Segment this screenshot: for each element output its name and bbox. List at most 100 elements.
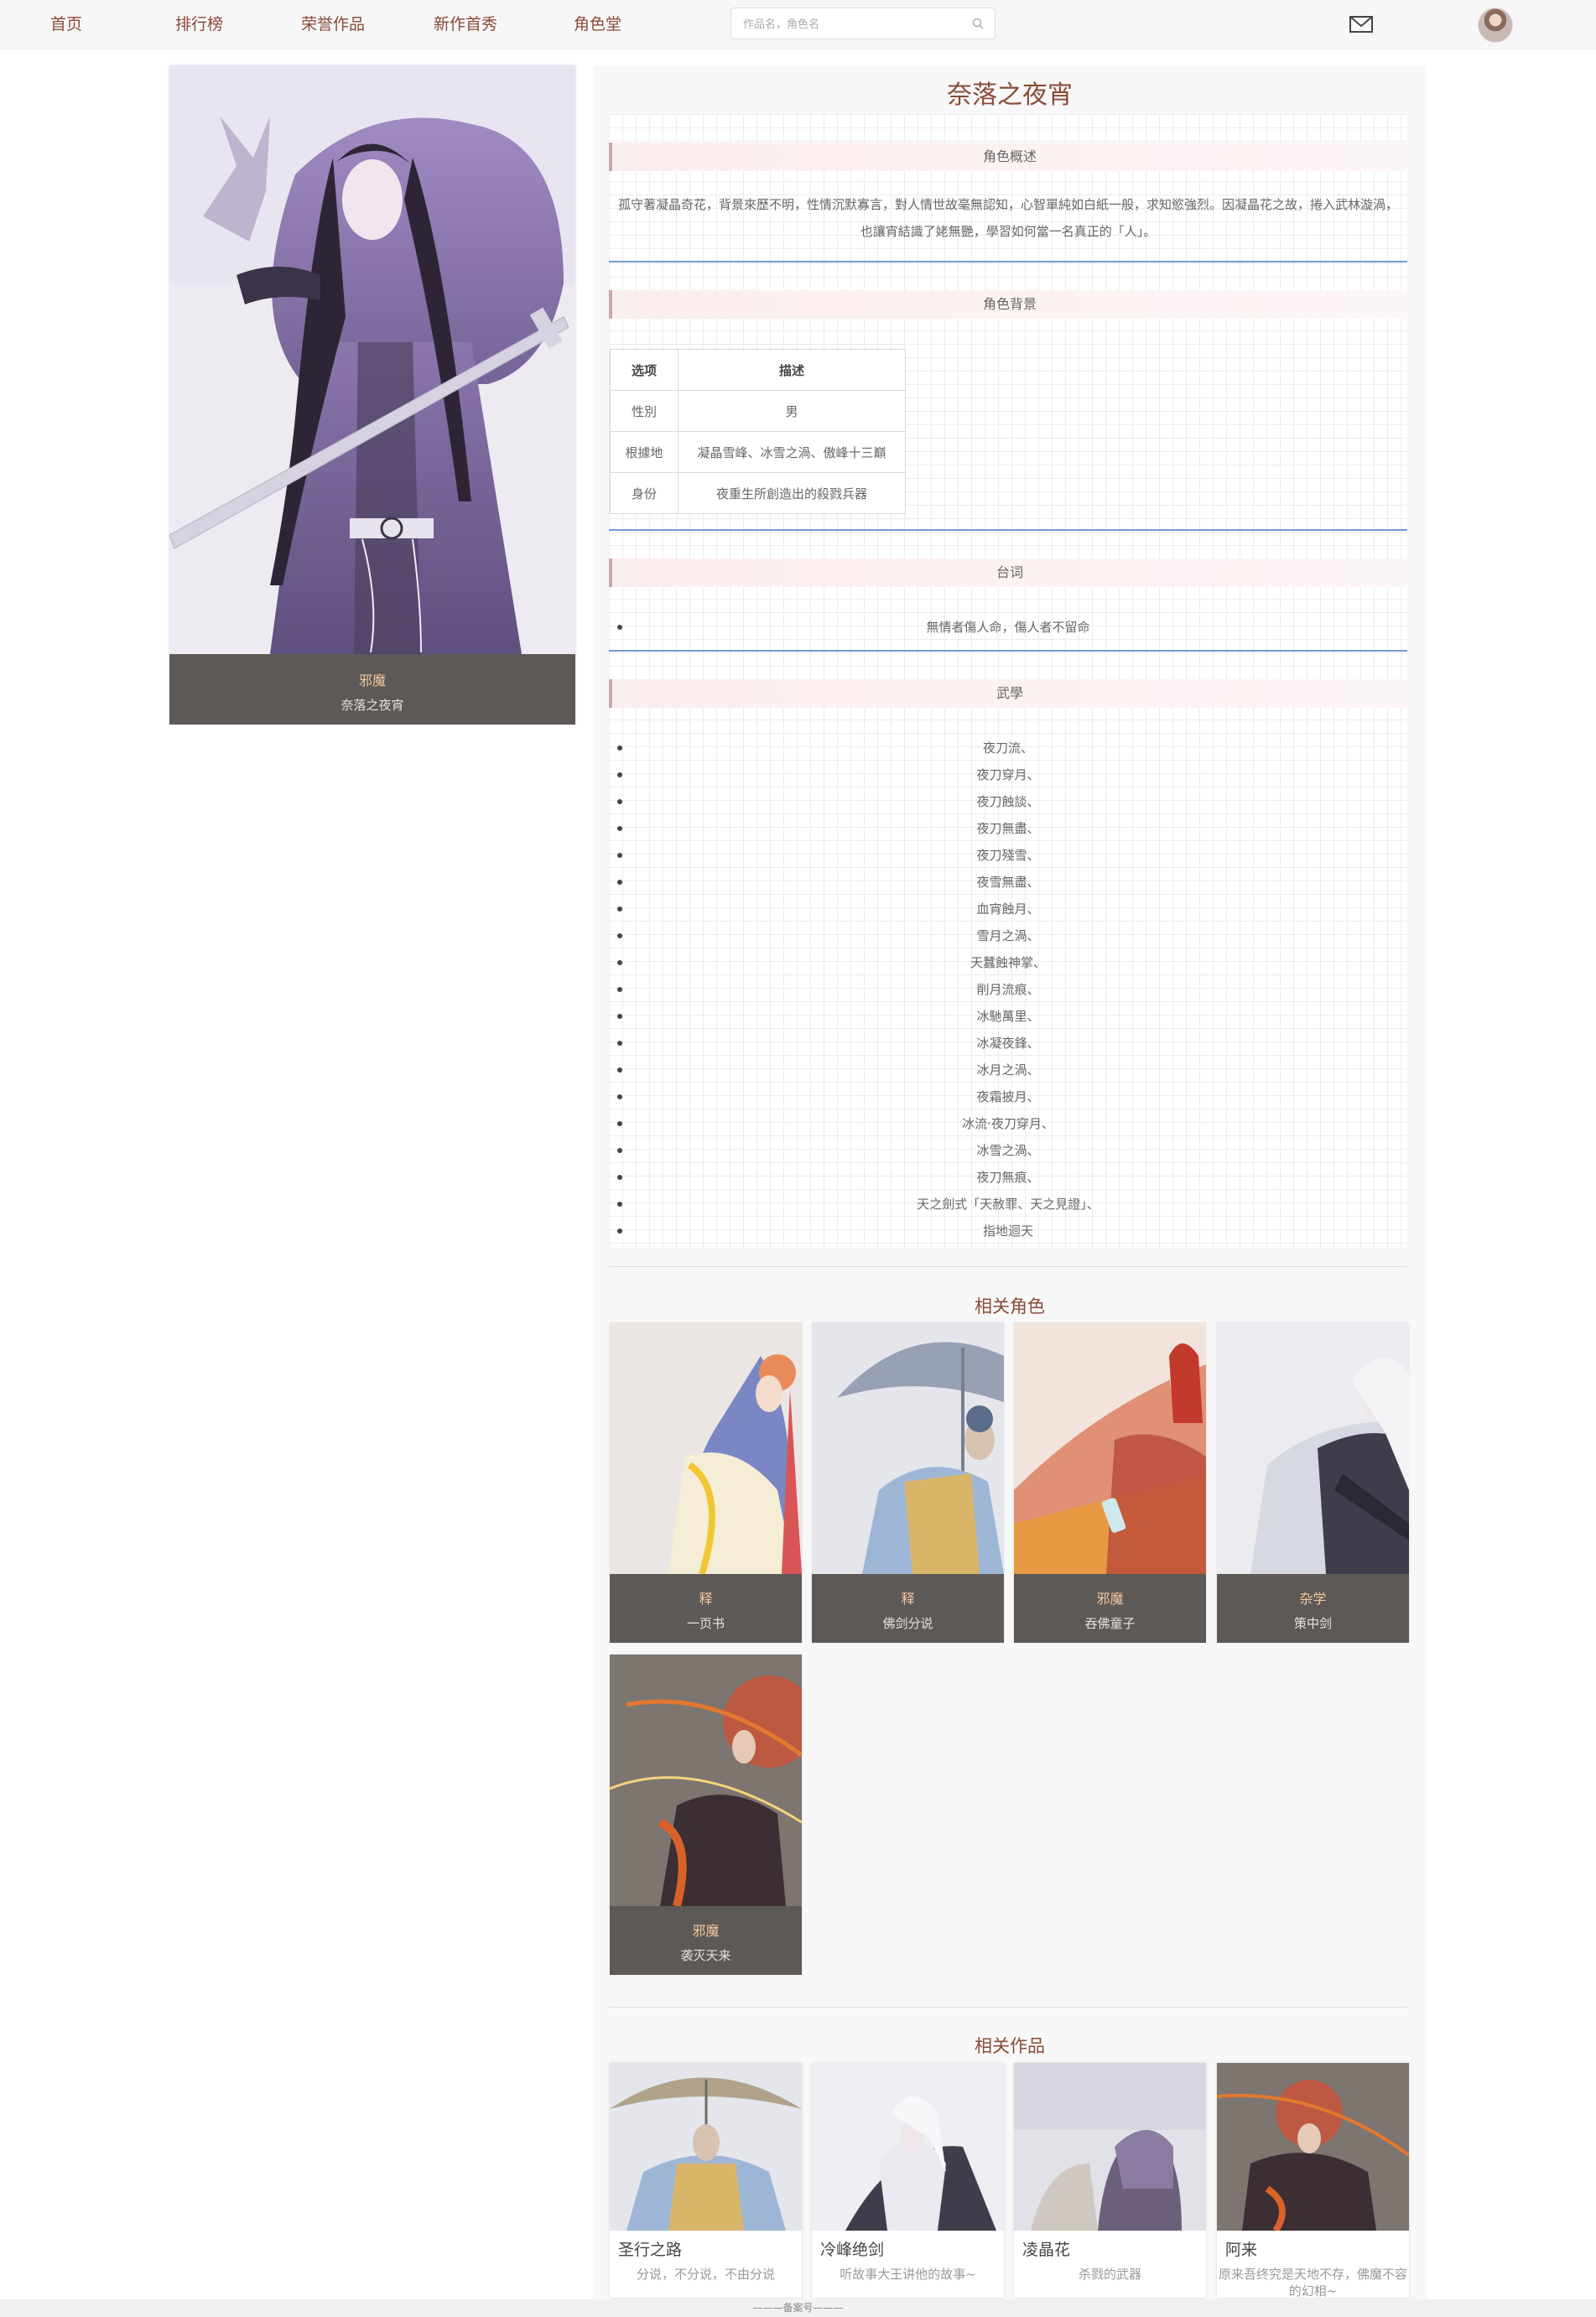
bullet-icon: [617, 1041, 622, 1046]
nav-new-works[interactable]: 新作首秀: [434, 12, 497, 34]
role-illustration: [610, 1655, 802, 1906]
role-image: [610, 1322, 802, 1574]
bullet-icon: [617, 907, 622, 912]
list-item: 夜刀流、: [609, 735, 1407, 761]
list-item: 夜刀無痕、: [609, 1164, 1407, 1191]
role-image: [812, 1322, 1004, 1574]
section-heading-summary: 角色概述: [609, 143, 1407, 171]
related-works-title: 相关作品: [975, 2036, 1045, 2056]
list-item: 冰凝夜鋒、: [609, 1030, 1407, 1057]
martial-art-name: 夜刀蝕談、: [976, 794, 1040, 809]
bullet-icon: [617, 1094, 622, 1099]
work-illustration: [1217, 2063, 1409, 2231]
martial-art-name: 天之劍式「天赦罪、天之見證」、: [917, 1197, 1100, 1212]
mail-icon[interactable]: [1349, 14, 1374, 34]
section-divider: [609, 650, 1407, 652]
list-item: 天之劍式「天赦罪、天之見證」、: [609, 1191, 1407, 1218]
list-item: 冰流·夜刀穿月、: [609, 1110, 1407, 1137]
bullet-icon: [617, 1202, 622, 1207]
character-card: 邪魔 奈落之夜宵: [169, 65, 575, 725]
background-section: 选项 描述 性別 男 根據地 凝晶雪峰、冰雪之渦、傲峰十三巔 身份 夜重生所創造…: [609, 330, 1407, 532]
work-illustration: [610, 2063, 802, 2231]
role-name: 袭灭天来: [680, 1948, 731, 1963]
role-name: 一页书: [686, 1616, 725, 1631]
summary-text: 孤守著凝晶奇花，背景來歷不明，性情沉默寡言，對人情世故毫無認知，心智單純如白紙一…: [617, 197, 1398, 239]
work-title: 冷峰绝剑: [820, 2241, 885, 2259]
character-caption: 邪魔 奈落之夜宵: [169, 654, 575, 725]
bullet-icon: [617, 933, 622, 938]
list-item: 夜刀殘雪、: [609, 842, 1407, 869]
role-type: 释: [901, 1591, 915, 1607]
section-divider: [609, 2007, 1407, 2008]
background-table: 选项 描述 性別 男 根據地 凝晶雪峰、冰雪之渦、傲峰十三巔 身份 夜重生所創造…: [610, 349, 906, 514]
related-work-card[interactable]: 冷峰绝剑 听故事大王讲他的故事~: [812, 2063, 1004, 2298]
section-heading-martial: 武學: [609, 679, 1407, 708]
avatar[interactable]: [1478, 8, 1513, 43]
search-input[interactable]: [741, 15, 963, 34]
list-item: 冰月之渦、: [609, 1057, 1407, 1083]
related-work-card[interactable]: 阿来 原来吾终究是天地不存，佛魔不容的幻相~: [1217, 2063, 1409, 2298]
list-item: 夜刀蝕談、: [609, 788, 1407, 815]
related-work-card[interactable]: 凌晶花 杀戮的武器: [1014, 2063, 1206, 2298]
character-portrait: [169, 65, 575, 654]
martial-art-name: 夜雪無盡、: [976, 875, 1040, 890]
table-cell: 性別: [610, 390, 678, 432]
table-cell: 夜重生所創造出的殺戮兵器: [678, 472, 906, 514]
list-item: 夜刀無盡、: [609, 815, 1407, 842]
work-image: [812, 2063, 1004, 2231]
role-illustration: [610, 1322, 802, 1574]
nav-honor-works[interactable]: 荣誉作品: [301, 12, 365, 34]
section-divider: [609, 529, 1407, 531]
martial-art-name: 冰月之渦、: [976, 1062, 1040, 1078]
role-image: [1014, 1322, 1206, 1574]
character-type: 邪魔: [358, 673, 386, 688]
search-icon[interactable]: [971, 17, 985, 30]
section-divider: [609, 1266, 1407, 1267]
role-image: [610, 1655, 802, 1906]
table-header-row: 选项 描述: [610, 349, 906, 391]
work-title: 凌晶花: [1022, 2241, 1071, 2259]
role-name: 佛剑分说: [882, 1616, 933, 1631]
work-image: [1014, 2063, 1206, 2231]
bullet-icon: [617, 960, 622, 965]
role-type: 邪魔: [692, 1923, 720, 1939]
role-caption: 邪魔 袭灭天来: [610, 1906, 802, 1975]
nav-home[interactable]: 首页: [50, 12, 82, 34]
related-role-card[interactable]: 释 一页书: [610, 1322, 802, 1643]
table-cell: 男: [678, 390, 906, 432]
section-heading-lines: 台词: [609, 558, 1407, 587]
martial-art-name: 雪月之渦、: [976, 928, 1040, 943]
character-illustration: [169, 65, 575, 654]
martial-art-name: 夜刀流、: [982, 740, 1033, 756]
role-type: 释: [699, 1591, 713, 1607]
bullet-icon: [617, 1148, 622, 1153]
list-item: 血宵蝕月、: [609, 896, 1407, 922]
martial-art-name: 血宵蝕月、: [976, 901, 1040, 917]
work-image: [610, 2063, 802, 2231]
related-role-card[interactable]: 杂学 策中剑: [1217, 1322, 1409, 1643]
list-item: 夜刀穿月、: [609, 761, 1407, 788]
section-divider: [609, 261, 1407, 262]
work-description: 原来吾终究是天地不存，佛魔不容的幻相~: [1218, 2267, 1407, 2298]
footer-record-number: ———备案号———: [752, 2302, 844, 2314]
role-illustration: [1217, 1322, 1409, 1574]
related-work-card[interactable]: 圣行之路 分说，不分说，不由分说: [610, 2063, 802, 2298]
nav-character-hall[interactable]: 角色堂: [574, 12, 621, 34]
martial-art-name: 指地迴天: [982, 1223, 1033, 1239]
martial-list: 夜刀流、夜刀穿月、夜刀蝕談、夜刀無盡、 夜刀殘雪、夜雪無盡、血宵蝕月、雪月之渦、天…: [609, 735, 1407, 1244]
related-roles-title: 相关角色: [975, 1296, 1045, 1317]
related-role-card[interactable]: 释 佛剑分说: [812, 1322, 1004, 1643]
related-role-card[interactable]: 邪魔 袭灭天来: [610, 1655, 802, 1975]
footer: ———备案号———: [0, 2299, 1596, 2317]
page-title: 奈落之夜宵: [947, 81, 1073, 110]
list-item: 夜雪無盡、: [609, 869, 1407, 896]
bullet-icon: [617, 1175, 622, 1180]
table-row: 身份 夜重生所創造出的殺戮兵器: [610, 472, 906, 514]
related-role-card[interactable]: 邪魔 吞佛童子: [1014, 1322, 1206, 1643]
nav-ranking[interactable]: 排行榜: [175, 12, 223, 34]
table-header: 描述: [678, 349, 906, 391]
character-detail-panel: 奈落之夜宵 角色概述 孤守著凝晶奇花，背景來歷不明，性情沉默寡言，對人情世故毫無…: [593, 65, 1427, 2317]
martial-art-name: 夜刀穿月、: [976, 767, 1040, 782]
martial-art-name: 夜霜披月、: [976, 1089, 1040, 1104]
bullet-icon: [617, 826, 622, 831]
